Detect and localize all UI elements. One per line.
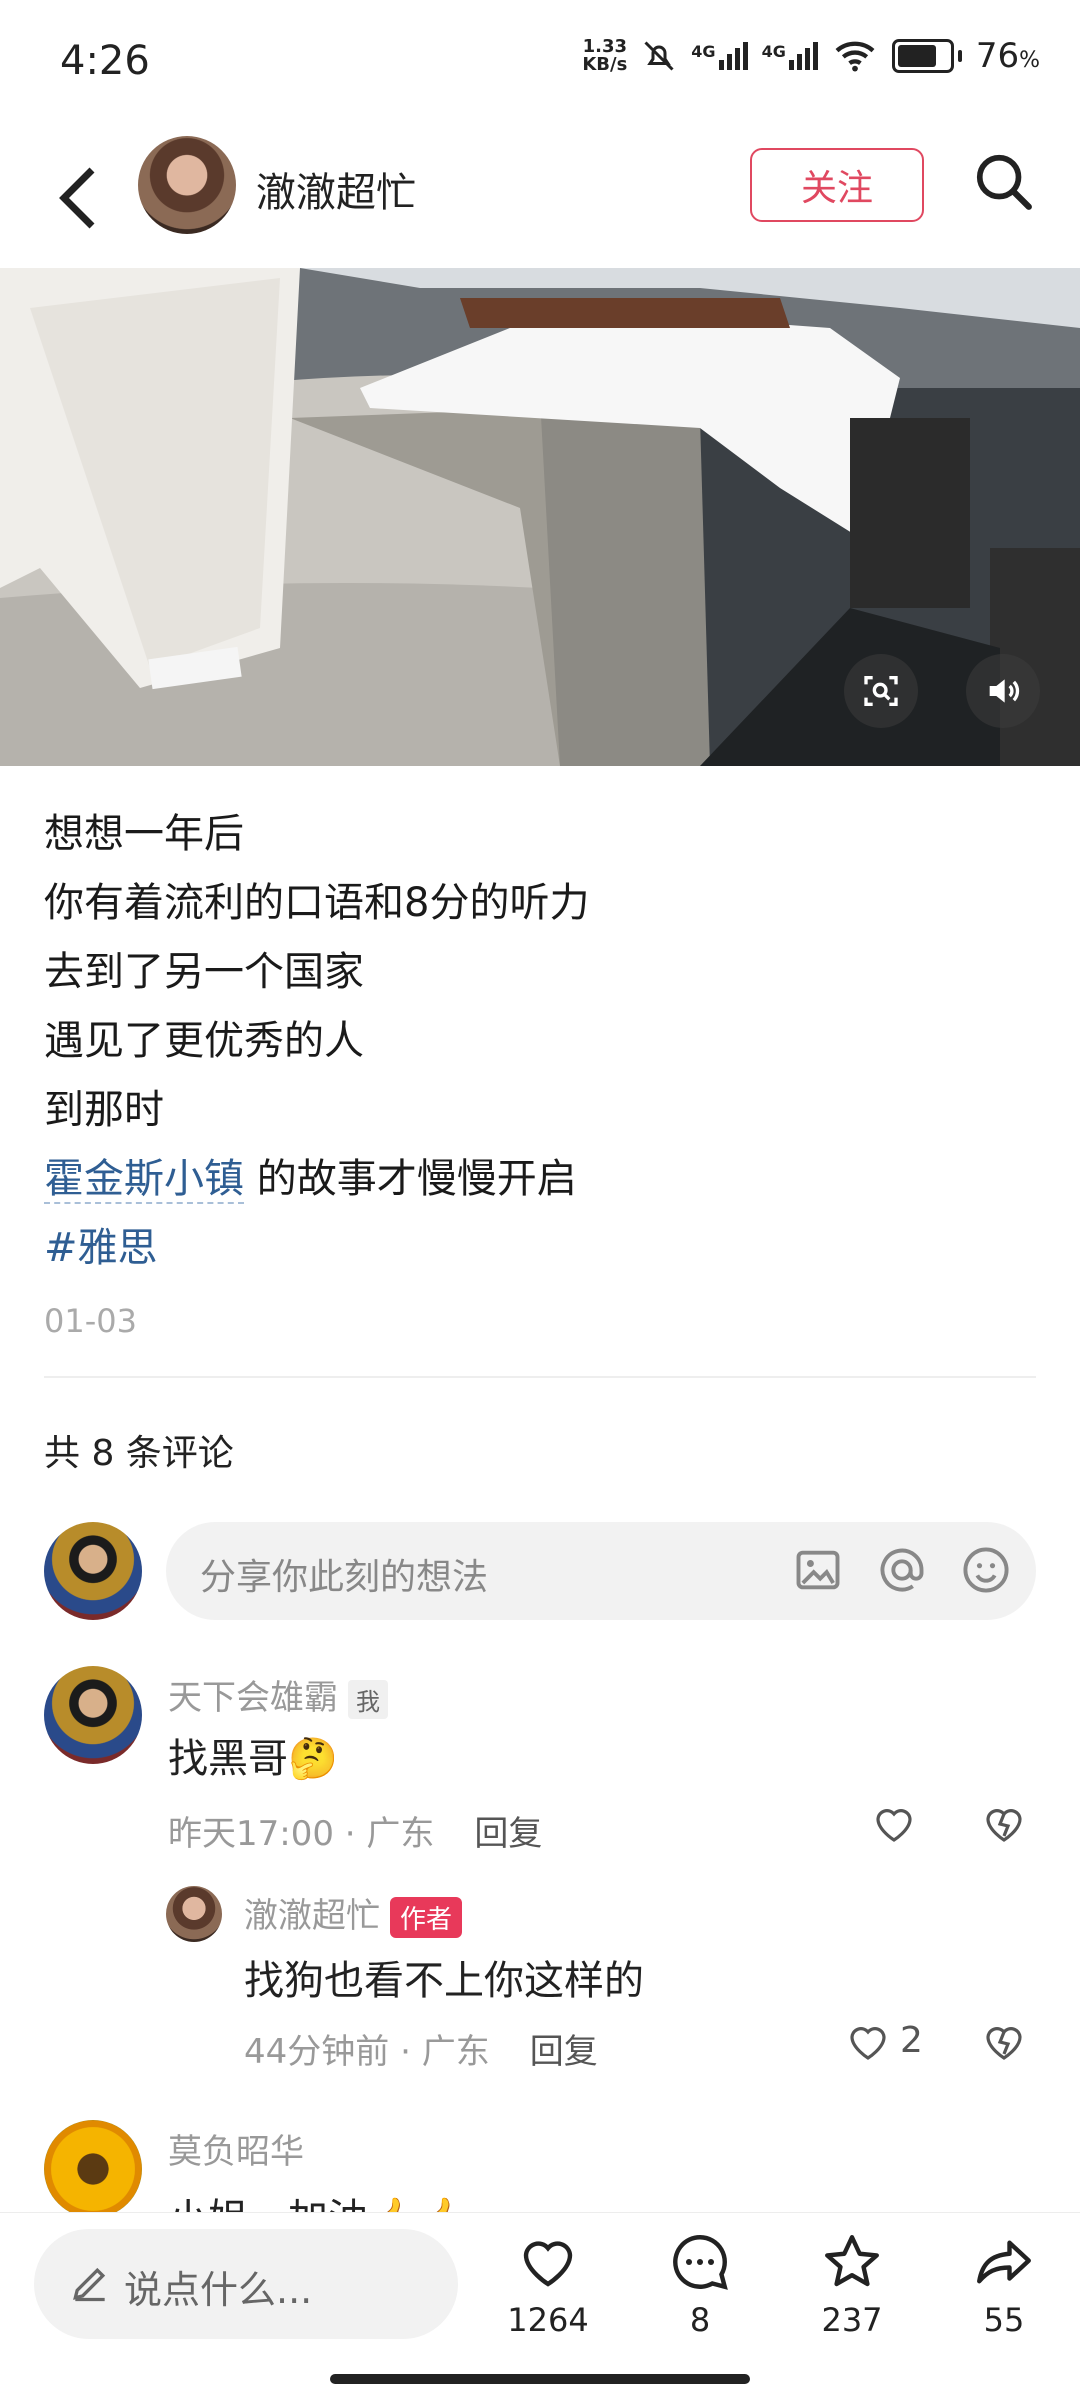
- reply-button[interactable]: 回复: [474, 1814, 542, 1854]
- topic-link[interactable]: 霍金斯小镇: [44, 1156, 244, 1204]
- reply-button[interactable]: 回复: [530, 2032, 598, 2072]
- caption-line: 你有着流利的口语和8分的听力: [44, 880, 590, 926]
- comment-input[interactable]: 分享你此刻的想法: [166, 1522, 1036, 1620]
- divider: [44, 1376, 1036, 1378]
- wifi-icon: [835, 41, 875, 72]
- heart-icon[interactable]: [870, 1800, 918, 1848]
- status-icons: 1.33 KB/s 4G 4G 76%: [582, 36, 1040, 76]
- share-arrow-icon: [977, 2240, 1031, 2284]
- signal-2: 4G: [762, 42, 818, 70]
- my-avatar: [44, 1522, 142, 1620]
- pencil-icon: [73, 2267, 106, 2302]
- comment-total: 8: [689, 2301, 711, 2339]
- share-count: 55: [983, 2301, 1025, 2339]
- image-icon[interactable]: [792, 1544, 844, 1596]
- author-name[interactable]: 澈澈超忙: [256, 160, 416, 218]
- reply-like-count: 2: [900, 2020, 923, 2061]
- emoji-icon[interactable]: [960, 1544, 1012, 1596]
- battery-icon: [891, 39, 962, 73]
- like-count: 1264: [507, 2301, 589, 2339]
- mention-icon[interactable]: [876, 1544, 928, 1596]
- heart-icon: [523, 2241, 573, 2287]
- comment-text: 找黑哥🤔: [168, 1736, 338, 1782]
- say-placeholder: 说点什么...: [124, 2268, 313, 2312]
- dislike-icon[interactable]: [980, 1800, 1028, 1848]
- reply-text: 找狗也看不上你这样的: [244, 1958, 644, 2004]
- volume-icon: [989, 679, 1020, 703]
- reply-author[interactable]: 澈澈超忙 作者: [244, 1888, 463, 1938]
- say-something-input[interactable]: 说点什么...: [34, 2229, 458, 2339]
- status-bar: 4:26 1.33 KB/s 4G 4G 76%: [0, 0, 1080, 130]
- post-date: 01-03: [44, 1302, 137, 1340]
- favorite-button[interactable]: 237: [792, 2229, 912, 2339]
- signal-1: 4G: [691, 42, 748, 70]
- video-player[interactable]: [0, 268, 1080, 766]
- volume-button[interactable]: [966, 654, 1040, 728]
- reply-meta: 44分钟前 · 广东 回复: [244, 2032, 598, 2072]
- like-button[interactable]: 1264: [488, 2229, 608, 2339]
- post-caption: 想想一年后 你有着流利的口语和8分的听力 去到了另一个国家 遇见了更优秀的人 到…: [44, 800, 1044, 1283]
- caption-line: 遇见了更优秀的人: [44, 1018, 364, 1064]
- follow-button[interactable]: 关注: [750, 148, 924, 222]
- caption-line: 霍金斯小镇 的故事才慢慢开启: [44, 1156, 577, 1204]
- comment-author[interactable]: 莫负昭华: [168, 2124, 304, 2173]
- net-speed: 1.33 KB/s: [582, 36, 628, 75]
- reply-avatar[interactable]: [166, 1886, 222, 1942]
- home-indicator[interactable]: [330, 2374, 750, 2384]
- bell-muted-icon: [644, 41, 674, 71]
- caption-line: 想想一年后: [44, 811, 244, 857]
- comment-author[interactable]: 天下会雄霸我: [168, 1670, 388, 1719]
- scan-icon: [864, 676, 898, 706]
- comment-button[interactable]: 8: [640, 2229, 760, 2339]
- back-arrow-icon[interactable]: [50, 160, 106, 236]
- comment-meta: 昨天17:00 · 广东 回复: [168, 1814, 543, 1854]
- video-frame: [0, 268, 1080, 766]
- comment-count: 共 8 条评论: [44, 1433, 234, 1474]
- search-icon[interactable]: [972, 150, 1034, 212]
- comment-input-placeholder: 分享你此刻的想法: [200, 1557, 489, 1598]
- author-avatar[interactable]: [138, 136, 236, 234]
- bottom-action-bar: 说点什么... 1264 8 237 55: [0, 2212, 1080, 2401]
- comment-bubble-icon: [673, 2235, 728, 2290]
- caption-line: 到那时: [44, 1087, 164, 1133]
- comment-avatar[interactable]: [44, 2120, 142, 2218]
- battery-percent: 76%: [975, 36, 1040, 76]
- me-badge: 我: [348, 1680, 388, 1719]
- comment-avatar[interactable]: [44, 1666, 142, 1764]
- share-button[interactable]: 55: [944, 2229, 1064, 2339]
- favorite-count: 237: [821, 2301, 883, 2339]
- scan-button[interactable]: [844, 654, 918, 728]
- heart-icon[interactable]: [844, 2018, 892, 2066]
- status-time: 4:26: [60, 38, 150, 84]
- caption-line: 去到了另一个国家: [44, 949, 364, 995]
- hashtag-link[interactable]: #雅思: [44, 1214, 1044, 1283]
- author-badge: 作者: [390, 1897, 463, 1938]
- dislike-icon[interactable]: [980, 2018, 1028, 2066]
- star-icon: [825, 2235, 879, 2287]
